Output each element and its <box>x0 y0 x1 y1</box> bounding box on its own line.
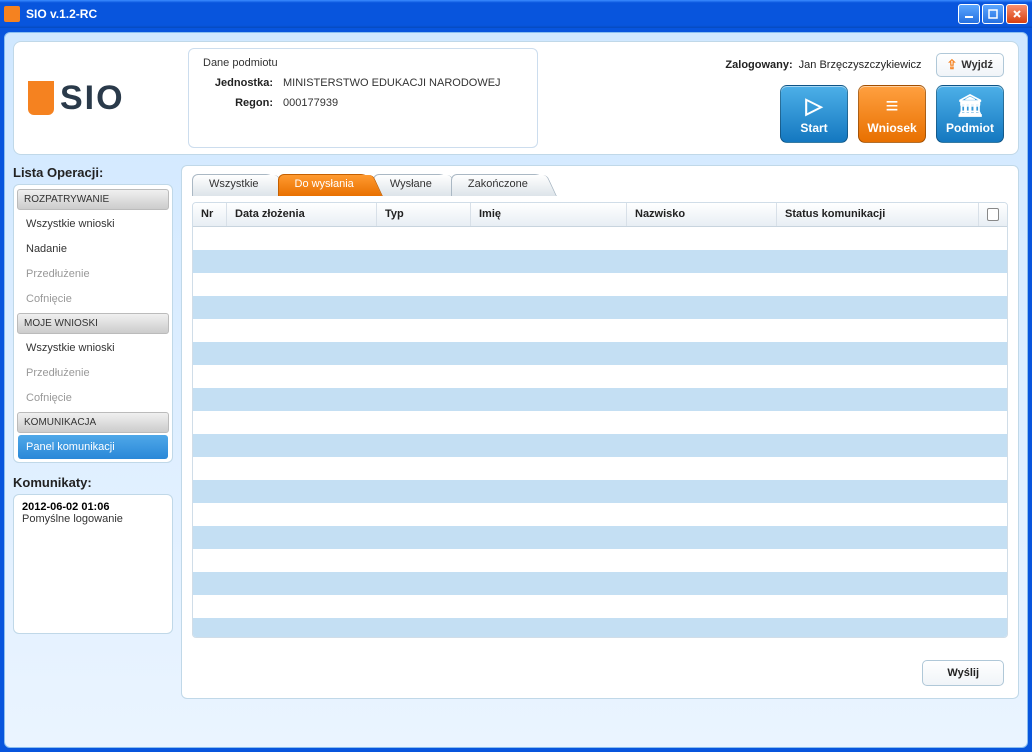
sidebar-item[interactable]: Cofnięcie <box>18 287 168 311</box>
sidebar-item[interactable]: Przedłużenie <box>18 361 168 385</box>
messages-panel: 2012-06-02 01:06 Pomyślne logowanie <box>13 494 173 634</box>
tabs: WszystkieDo wysłaniaWysłaneZakończone <box>192 174 1008 196</box>
sidebar-panel: ROZPATRYWANIEWszystkie wnioskiNadaniePrz… <box>13 184 173 463</box>
wniosek-button[interactable]: ≡ Wniosek <box>858 85 926 143</box>
logged-user: Jan Brzęczyszczykiewicz <box>799 59 922 71</box>
tab[interactable]: Wszystkie <box>192 174 276 196</box>
entity-regon-label: Regon: <box>203 97 273 109</box>
podmiot-button[interactable]: 🏛 Podmiot <box>936 85 1004 143</box>
entity-regon-value: 000177939 <box>283 97 338 109</box>
sidebar-group-header: ROZPATRYWANIE <box>17 189 169 210</box>
table-row <box>193 319 1007 342</box>
entity-unit-label: Jednostka: <box>203 77 273 89</box>
col-data[interactable]: Data złożenia <box>227 203 377 226</box>
sidebar-item[interactable]: Cofnięcie <box>18 386 168 410</box>
col-imie[interactable]: Imię <box>471 203 627 226</box>
start-button[interactable]: ▷ Start <box>780 85 848 143</box>
message-time: 2012-06-02 01:06 <box>22 501 164 513</box>
col-typ[interactable]: Typ <box>377 203 471 226</box>
table-row <box>193 480 1007 503</box>
table-row <box>193 526 1007 549</box>
building-icon: 🏛 <box>956 93 984 119</box>
sidebar-group-header: KOMUNIKACJA <box>17 412 169 433</box>
table-row <box>193 273 1007 296</box>
sidebar-item[interactable]: Nadanie <box>18 237 168 261</box>
maximize-button[interactable] <box>982 4 1004 24</box>
table-row <box>193 388 1007 411</box>
table: Nr Data złożenia Typ Imię Nazwisko Statu… <box>192 202 1008 638</box>
sidebar-item[interactable]: Panel komunikacji <box>18 435 168 459</box>
checkbox-icon <box>987 208 999 221</box>
table-row <box>193 342 1007 365</box>
logout-button[interactable]: ⇪ Wyjdź <box>936 53 1004 77</box>
entity-info-box: Dane podmiotu Jednostka: MINISTERSTWO ED… <box>188 48 538 148</box>
window-titlebar: SIO v.1.2-RC <box>0 0 1032 28</box>
logo-text: SIO <box>60 79 125 118</box>
entity-header: Dane podmiotu <box>203 57 523 69</box>
messages-title: Komunikaty: <box>13 475 173 490</box>
send-button[interactable]: Wyślij <box>922 660 1004 686</box>
podmiot-button-label: Podmiot <box>946 121 994 135</box>
logo-shield-icon <box>28 81 54 115</box>
col-nr[interactable]: Nr <box>193 203 227 226</box>
play-icon: ▷ <box>806 93 823 119</box>
table-row <box>193 296 1007 319</box>
sidebar-group-header: MOJE WNIOSKI <box>17 313 169 334</box>
table-row <box>193 595 1007 618</box>
entity-unit-value: MINISTERSTWO EDUKACJI NARODOWEJ <box>283 77 501 89</box>
sidebar-item[interactable]: Wszystkie wnioski <box>18 212 168 236</box>
table-row <box>193 227 1007 250</box>
tab[interactable]: Do wysłania <box>278 174 371 196</box>
table-header: Nr Data złożenia Typ Imię Nazwisko Statu… <box>193 203 1007 227</box>
sidebar-item[interactable]: Przedłużenie <box>18 262 168 286</box>
session-info: Zalogowany: Jan Brzęczyszczykiewicz ⇪ Wy… <box>725 53 1004 77</box>
col-select-all[interactable] <box>979 203 1007 226</box>
wniosek-button-label: Wniosek <box>867 121 916 135</box>
start-button-label: Start <box>800 121 827 135</box>
logged-label: Zalogowany: <box>725 59 792 71</box>
table-row <box>193 503 1007 526</box>
table-row <box>193 411 1007 434</box>
stack-icon: ≡ <box>886 93 899 119</box>
main-panel: WszystkieDo wysłaniaWysłaneZakończone Nr… <box>181 165 1019 699</box>
header-panel: SIO Dane podmiotu Jednostka: MINISTERSTW… <box>13 41 1019 155</box>
table-row <box>193 457 1007 480</box>
table-body <box>193 227 1007 637</box>
logout-icon: ⇪ <box>947 57 958 73</box>
sidebar-title: Lista Operacji: <box>13 165 173 180</box>
app-icon <box>4 6 20 22</box>
message-body: Pomyślne logowanie <box>22 513 164 525</box>
tab[interactable]: Zakończone <box>451 174 545 196</box>
table-row <box>193 618 1007 638</box>
table-row <box>193 549 1007 572</box>
table-row <box>193 365 1007 388</box>
table-row <box>193 572 1007 595</box>
sidebar-item[interactable]: Wszystkie wnioski <box>18 336 168 360</box>
col-status[interactable]: Status komunikacji <box>777 203 979 226</box>
table-row <box>193 434 1007 457</box>
minimize-button[interactable] <box>958 4 980 24</box>
tab[interactable]: Wysłane <box>373 174 449 196</box>
app-logo: SIO <box>28 79 178 118</box>
table-row <box>193 250 1007 273</box>
close-button[interactable] <box>1006 4 1028 24</box>
col-nazwisko[interactable]: Nazwisko <box>627 203 777 226</box>
app-frame: SIO Dane podmiotu Jednostka: MINISTERSTW… <box>4 32 1028 748</box>
window-title: SIO v.1.2-RC <box>26 7 958 21</box>
logout-label: Wyjdź <box>961 59 993 71</box>
